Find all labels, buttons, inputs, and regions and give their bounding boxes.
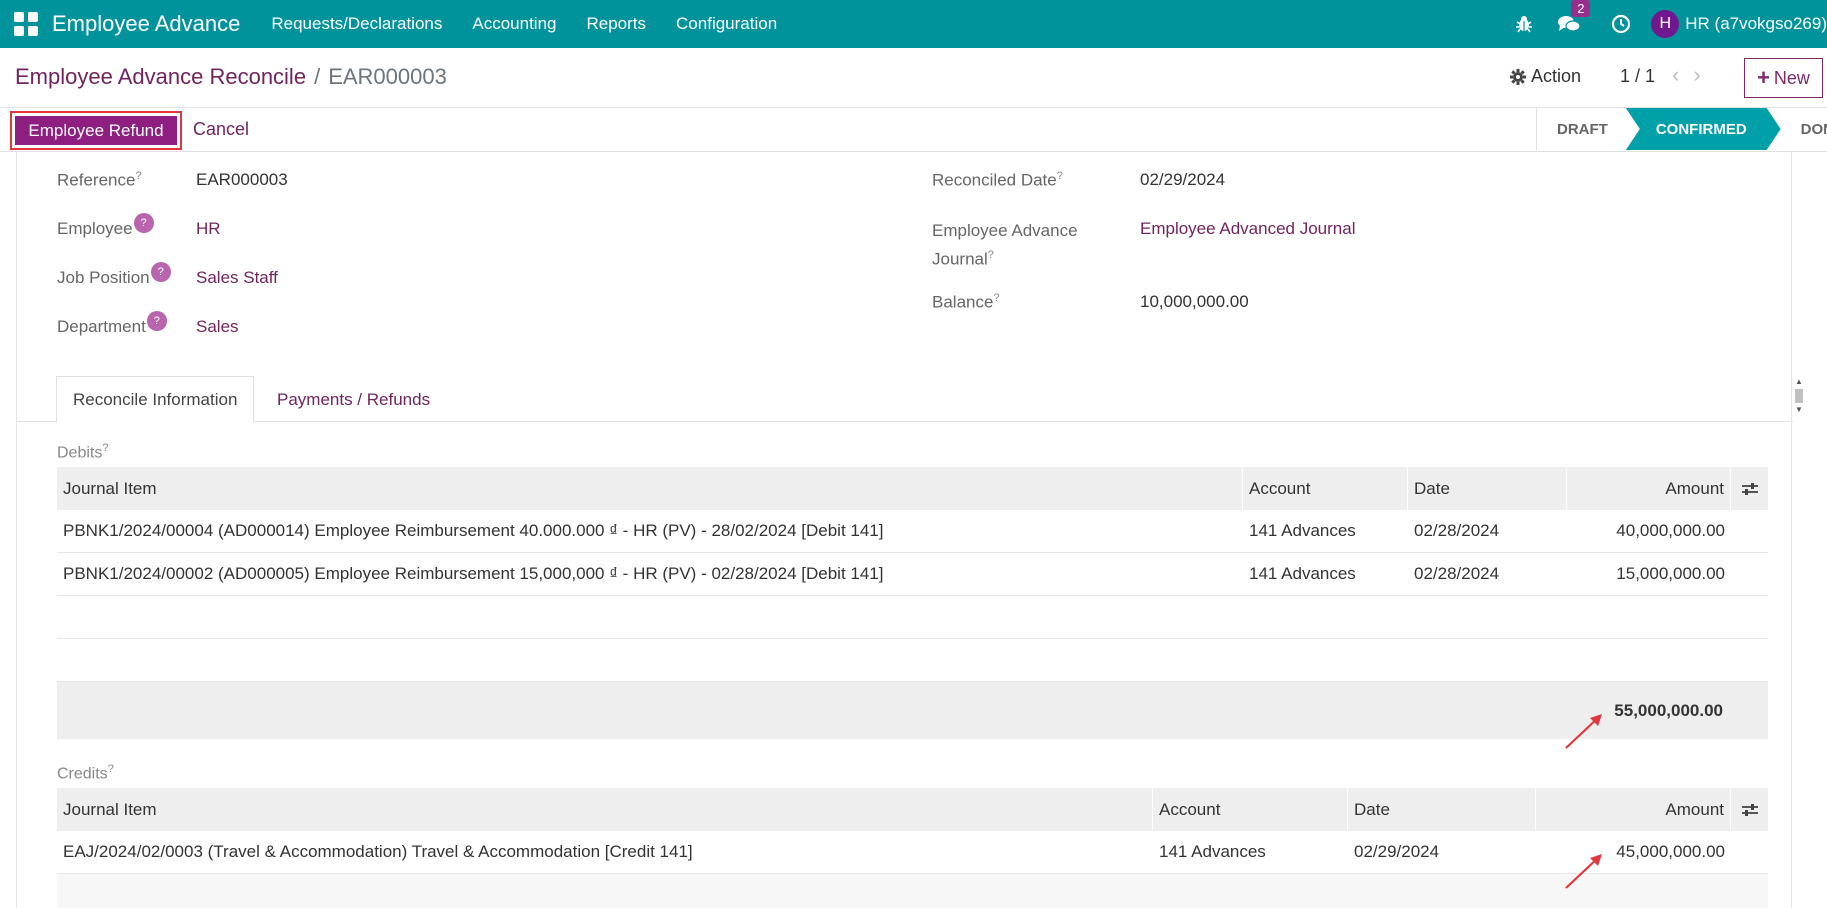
col-journal-item[interactable]: Journal Item <box>57 467 1243 510</box>
breadcrumb-current: EAR000003 <box>328 64 447 89</box>
credits-table: Journal Item Account Date Amount EAJ/202… <box>57 788 1768 908</box>
pager-arrows: ‹› <box>1672 62 1715 88</box>
col-amount[interactable]: Amount <box>1567 467 1731 510</box>
balance-value: 10,000,000.00 <box>1140 292 1249 311</box>
credits-table-header: Journal Item Account Date Amount <box>57 788 1768 831</box>
credits-label: Credits? <box>57 763 114 783</box>
date-cell: 02/28/2024 <box>1414 564 1500 583</box>
new-button[interactable]: + New <box>1744 58 1823 98</box>
help-icon[interactable]: ? <box>133 213 154 233</box>
col-date[interactable]: Date <box>1348 788 1536 831</box>
annotation-arrow-icon <box>1565 714 1602 749</box>
debits-total-row: 55,000,000.00 <box>57 682 1768 739</box>
stage-draft[interactable]: DRAFT <box>1536 108 1628 150</box>
employee-label: Employee? <box>57 213 154 239</box>
scroll-thumb[interactable] <box>1795 389 1803 403</box>
menu-reports[interactable]: Reports <box>572 14 662 34</box>
scroll-up-icon[interactable]: ▲ <box>1793 377 1805 387</box>
navbar-systray: 2 H HR (a7vokgso269) <box>1503 0 1827 48</box>
stage-pipeline: DRAFT CONFIRMED DONE <box>1536 108 1827 150</box>
tab-reconcile-information[interactable]: Reconcile Information <box>56 376 255 423</box>
reconciled-date-label: Reconciled Date? <box>932 170 1063 190</box>
col-account[interactable]: Account <box>1153 788 1348 831</box>
menu-requests-declarations[interactable]: Requests/Declarations <box>256 14 457 34</box>
table-row[interactable]: PBNK1/2024/00002 (AD000005) Employee Rei… <box>57 553 1768 596</box>
journal-item-cell: PBNK1/2024/00002 (AD000005) Employee Rei… <box>63 564 884 583</box>
form-statusbar: Employee Refund Cancel DRAFT CONFIRMED D… <box>0 108 1827 152</box>
tab-payments-refunds[interactable]: Payments / Refunds <box>261 376 446 423</box>
new-label: New <box>1773 67 1810 88</box>
reference-label: Reference? <box>57 170 142 190</box>
pager-value[interactable]: 1 / 1 <box>1620 66 1655 87</box>
help-icon[interactable]: ? <box>146 311 167 331</box>
journal-value[interactable]: Employee Advanced Journal <box>1140 219 1355 239</box>
scroll-down-icon[interactable]: ▼ <box>1793 405 1805 415</box>
date-cell: 02/29/2024 <box>1354 842 1440 861</box>
stage-confirmed[interactable]: CONFIRMED <box>1626 108 1781 150</box>
account-cell: 141 Advances <box>1249 564 1356 583</box>
employee-refund-button-highlight: Employee Refund <box>10 111 182 150</box>
col-account[interactable]: Account <box>1243 467 1408 510</box>
table-row[interactable]: EAJ/2024/02/0003 (Travel & Accommodation… <box>57 831 1768 874</box>
debits-label: Debits? <box>57 442 109 462</box>
employee-refund-button[interactable]: Employee Refund <box>15 116 177 145</box>
menu-accounting[interactable]: Accounting <box>457 14 571 34</box>
stage-done[interactable]: DONE <box>1781 108 1827 150</box>
date-cell: 02/28/2024 <box>1414 521 1500 540</box>
col-amount[interactable]: Amount <box>1536 788 1731 831</box>
debits-table: Journal Item Account Date Amount PBNK1/2… <box>57 467 1768 739</box>
account-cell: 141 Advances <box>1249 521 1356 540</box>
amount-cell: 40,000,000.00 <box>1616 521 1725 540</box>
reference-value: EAR000003 <box>196 170 288 189</box>
breadcrumb-separator: / <box>314 64 321 89</box>
help-icon[interactable]: ? <box>150 262 171 282</box>
journal-item-cell: EAJ/2024/02/0003 (Travel & Accommodation… <box>63 842 693 861</box>
breadcrumb-parent[interactable]: Employee Advance Reconcile <box>15 64 306 89</box>
empty-row <box>57 874 1768 908</box>
app-brand[interactable]: Employee Advance <box>52 11 240 37</box>
debits-total: 55,000,000.00 <box>1614 700 1723 720</box>
action-button[interactable]: Action <box>1510 66 1581 87</box>
message-count-badge: 2 <box>1571 0 1591 17</box>
breadcrumb: Employee Advance Reconcile / EAR000003 <box>15 64 447 90</box>
chevron-right-icon[interactable]: › <box>1693 62 1714 87</box>
tab-scrollbar[interactable]: ▲ ▼ <box>1793 377 1805 421</box>
col-date[interactable]: Date <box>1408 467 1567 510</box>
action-label: Action <box>1531 66 1582 86</box>
chevron-left-icon[interactable]: ‹ <box>1672 62 1693 87</box>
journal-item-cell: PBNK1/2024/00004 (AD000014) Employee Rei… <box>63 521 884 540</box>
department-value[interactable]: Sales <box>196 317 239 337</box>
optional-columns-icon[interactable] <box>1731 467 1768 510</box>
user-menu[interactable]: HR (a7vokgso269) <box>1685 14 1827 34</box>
amount-cell: 15,000,000.00 <box>1616 564 1725 583</box>
employee-value[interactable]: HR <box>196 219 221 239</box>
user-avatar[interactable]: H <box>1651 10 1680 38</box>
account-cell: 141 Advances <box>1159 842 1266 861</box>
top-navbar: Employee Advance Requests/Declarations A… <box>0 0 1827 48</box>
reconciled-date-value: 02/29/2024 <box>1140 170 1226 189</box>
notebook-tabs: Reconcile Information Payments / Refunds <box>17 376 1793 423</box>
messages-icon[interactable]: 2 <box>1557 0 1591 34</box>
empty-row <box>57 639 1768 682</box>
gear-icon <box>1510 68 1526 85</box>
job-position-value[interactable]: Sales Staff <box>196 268 278 288</box>
job-position-label: Job Position? <box>57 262 171 288</box>
table-row[interactable]: PBNK1/2024/00004 (AD000014) Employee Rei… <box>57 510 1768 553</box>
bug-icon[interactable] <box>1515 15 1533 33</box>
debits-table-header: Journal Item Account Date Amount <box>57 467 1768 510</box>
cancel-button[interactable]: Cancel <box>193 119 249 140</box>
menu-configuration[interactable]: Configuration <box>661 14 792 34</box>
journal-label: Employee Advance Journal? <box>932 221 1078 269</box>
optional-columns-icon[interactable] <box>1731 788 1768 831</box>
form-sheet: Reference? EAR000003 Employee? HR Job Po… <box>16 152 1803 908</box>
apps-menu-icon[interactable] <box>14 12 38 36</box>
control-panel: Employee Advance Reconcile / EAR000003 Act… <box>0 48 1827 108</box>
empty-row <box>57 596 1768 639</box>
annotation-arrow-icon <box>1565 854 1602 889</box>
activity-clock-icon[interactable] <box>1611 14 1631 34</box>
col-journal-item[interactable]: Journal Item <box>57 788 1153 831</box>
department-label: Department? <box>57 311 167 337</box>
balance-label: Balance? <box>932 292 1000 312</box>
plus-icon: + <box>1757 65 1770 90</box>
